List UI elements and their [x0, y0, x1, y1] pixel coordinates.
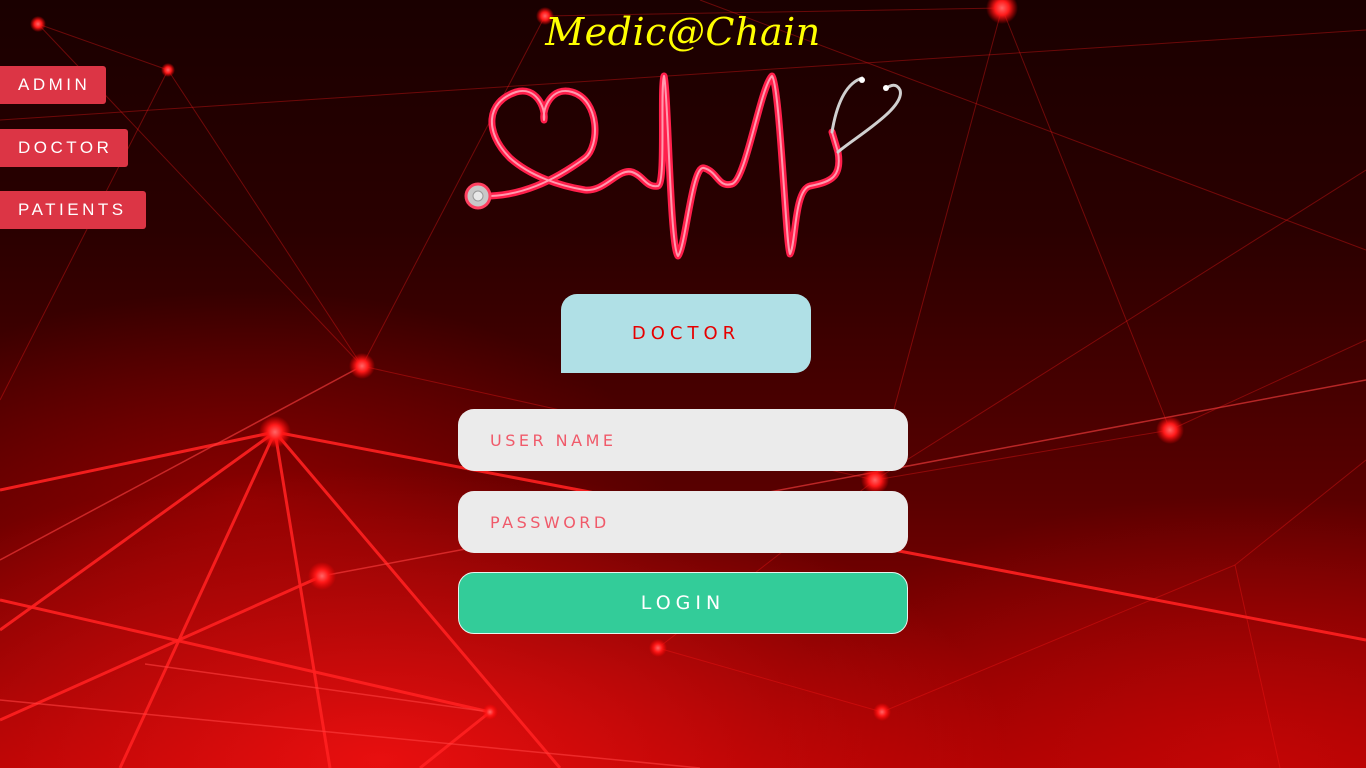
- heartbeat-stethoscope-icon: [464, 72, 902, 260]
- app-title: Medic@Chain: [545, 10, 821, 54]
- patients-role-button[interactable]: PATIENTS: [0, 191, 146, 229]
- password-input[interactable]: [458, 491, 908, 553]
- doctor-role-button[interactable]: DOCTOR: [0, 129, 128, 167]
- admin-role-button[interactable]: ADMIN: [0, 66, 106, 104]
- login-button[interactable]: LOGIN: [458, 572, 908, 634]
- username-input[interactable]: [458, 409, 908, 471]
- form-title-doctor: DOCTOR: [561, 294, 811, 373]
